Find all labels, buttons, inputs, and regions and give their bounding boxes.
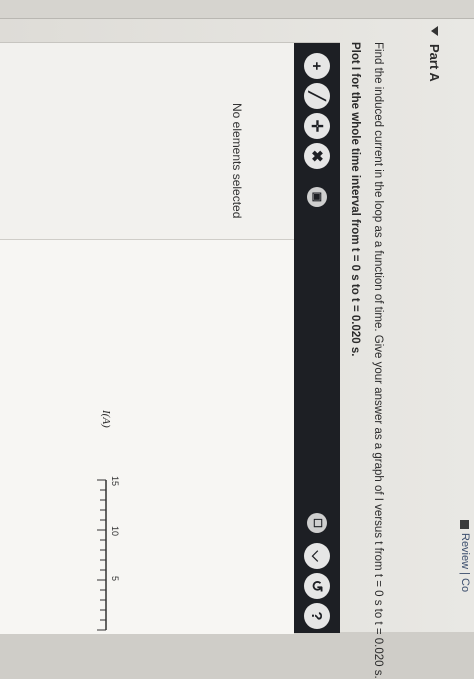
part-header[interactable]: Part A [427, 26, 442, 82]
prompt-instruction: Plot I for the whole time interval from … [349, 42, 361, 357]
delete-icon: ✖ [308, 149, 326, 163]
add-point-button[interactable]: + [304, 53, 330, 79]
expand-button[interactable]: ⌵ [304, 543, 330, 569]
y-tick-label: 10 [110, 526, 120, 536]
hint-button[interactable]: ☐ [307, 513, 327, 533]
reset-button[interactable]: ↺ [304, 573, 330, 599]
help-button[interactable]: ? [304, 603, 330, 629]
part-title: Part A [427, 44, 442, 82]
graph-canvas[interactable]: I(A) 15 10 5 [0, 239, 294, 634]
y-tick-label: 5 [110, 576, 120, 581]
y-tick-label: 15 [110, 476, 120, 486]
graph-tool-panel: + ╱ ✛ ✖ ▣ ☐ ⌵ ↺ ? No elements selected I… [0, 42, 340, 634]
selection-status: No elements selected [230, 103, 244, 219]
graph-toolbar: + ╱ ✛ ✖ ▣ ☐ ⌵ ↺ ? [294, 43, 340, 633]
chevron-down-icon: ⌵ [308, 550, 326, 562]
line-tool-button[interactable]: ╱ [304, 83, 330, 109]
y-axis: 15 10 5 [97, 476, 120, 631]
line-icon: ╱ [308, 91, 326, 101]
trash-icon: ▣ [311, 191, 324, 203]
reset-icon: ↺ [308, 579, 326, 593]
hint-icon: ☐ [311, 518, 324, 528]
left-margin [0, 0, 474, 19]
collapse-caret-icon[interactable] [431, 26, 438, 36]
move-icon: ✛ [308, 119, 326, 133]
help-icon: ? [308, 611, 326, 621]
trash-button[interactable]: ▣ [307, 187, 327, 207]
move-tool-button[interactable]: ✛ [304, 113, 330, 139]
plus-icon: + [308, 61, 326, 71]
review-link[interactable]: Review | Co [459, 520, 471, 592]
y-axis-label: I(A) [100, 410, 112, 428]
review-icon [460, 520, 470, 529]
page: Review | Co Part A Find the induced curr… [0, 0, 474, 679]
prompt-text: Find the induced current in the loop as … [372, 42, 384, 679]
delete-button[interactable]: ✖ [304, 143, 330, 169]
review-text: Review | Co [459, 533, 471, 593]
